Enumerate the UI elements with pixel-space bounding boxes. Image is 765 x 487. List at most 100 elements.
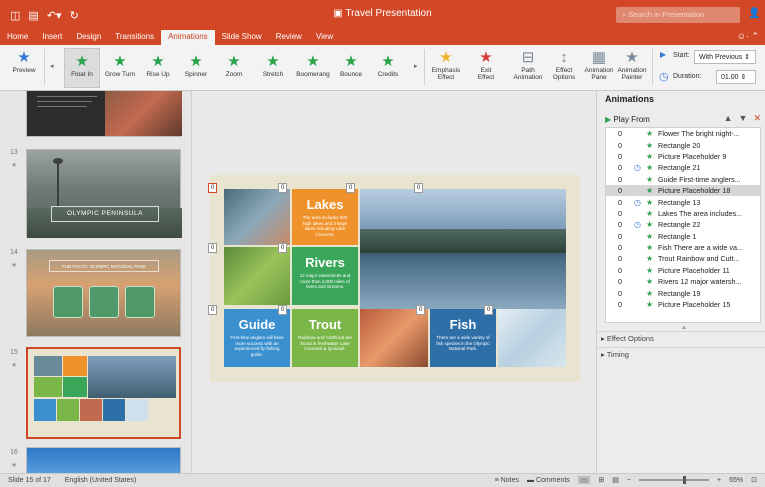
tile-trout[interactable]: Trout Rainbow and Cutthroat are found in… <box>292 309 358 367</box>
effect-float-in[interactable]: ★ Float In <box>64 53 100 78</box>
effect-zoom[interactable]: ★ Zoom <box>216 53 252 78</box>
slide-sorter-icon[interactable]: ⊞ <box>598 476 604 484</box>
animation-item[interactable]: 0 ★ Rectangle 20 <box>606 139 760 150</box>
effect-credits[interactable]: ★ Credits <box>370 53 406 78</box>
slide-thumbnail-12[interactable] <box>26 91 182 137</box>
current-slide[interactable]: Lakes The area includes 600 high lakes a… <box>208 175 580 382</box>
animation-item[interactable]: 0 ★ Trout Rainbow and Cutt... <box>606 253 760 264</box>
animation-list[interactable]: 0 ★ Flower The bright night-... 0 ★ Rectangle… <box>605 127 761 323</box>
duration-stepper[interactable]: 01.00 ⇕ <box>716 70 756 84</box>
zoom-out-icon[interactable]: − <box>627 477 631 484</box>
effect-stretch[interactable]: ★ Stretch <box>254 53 292 78</box>
tile-guide[interactable]: Guide First-time anglers will have more … <box>224 309 290 367</box>
normal-view-icon[interactable]: ▭ <box>577 476 591 484</box>
tab-design[interactable]: Design <box>69 30 108 45</box>
animation-item[interactable]: 0 ★ Guide First-time anglers... <box>606 174 760 185</box>
tab-review[interactable]: Review <box>269 30 309 45</box>
photo-lake-mountains[interactable] <box>360 189 566 309</box>
zoom-in-icon[interactable]: + <box>717 477 721 484</box>
effect-boomerang[interactable]: ★ Boomerang <box>294 53 332 78</box>
gallery-scroll-left-icon[interactable]: ◂ <box>50 62 54 70</box>
tab-animations[interactable]: Animations <box>161 30 215 45</box>
animation-item[interactable]: 0 ★ Lakes The area includes... <box>606 208 760 219</box>
effect-spinner[interactable]: ★ Spinner <box>178 53 214 78</box>
effect-options-button[interactable]: ↕ Effect Options <box>548 49 580 81</box>
animation-item[interactable]: 0 ★ Picture Placeholder 9 <box>606 151 760 162</box>
tab-insert[interactable]: Insert <box>35 30 69 45</box>
slide-thumbnail-13[interactable]: OLYMPIC PENINSULA <box>26 149 182 238</box>
animation-item[interactable]: 0 ◷ ★ Rectangle 22 <box>606 219 760 230</box>
animation-painter-button[interactable]: ★ Animation Painter <box>616 49 648 81</box>
preview-button[interactable]: ★ Preview <box>6 49 42 74</box>
animation-item[interactable]: 0 ★ Picture Placeholder 18 <box>606 184 760 197</box>
tab-transitions[interactable]: Transitions <box>108 30 161 45</box>
ribbon-options-icon[interactable]: ☺· ⌃ <box>737 31 759 42</box>
tile-rivers[interactable]: Rivers 12 major watersheds and more than… <box>292 247 358 305</box>
exit-effect-icon: ★ <box>479 49 493 66</box>
notes-button[interactable]: ≡ Notes <box>495 477 519 484</box>
reading-view-icon[interactable]: ▤ <box>612 476 619 484</box>
slide-thumbnail-15[interactable] <box>26 347 181 439</box>
start-select[interactable]: With Previous ⇕ <box>694 50 756 64</box>
animation-badge[interactable]: 0 <box>414 183 424 193</box>
slide-canvas[interactable]: Lakes The area includes 600 high lakes a… <box>193 91 595 473</box>
tile-fish[interactable]: Fish There are a wide variety of fish sp… <box>430 309 496 367</box>
effect-grow-turn[interactable]: ★ Grow Turn <box>102 53 138 78</box>
search-input[interactable]: ⌕ Search in Presentation <box>616 7 740 23</box>
fit-to-window-icon[interactable]: ⊡ <box>751 476 757 484</box>
timing-section[interactable]: ▸ Timing <box>597 347 765 361</box>
tab-home[interactable]: Home <box>0 30 35 45</box>
play-from-button[interactable]: ▶ Play From <box>605 115 650 124</box>
animation-pane-button[interactable]: ▦ Animation Pane <box>582 49 616 81</box>
animation-item[interactable]: 0 ◷ ★ Rectangle 21 <box>606 162 760 173</box>
tile-lakes[interactable]: Lakes The area includes 600 high lakes a… <box>292 189 358 245</box>
animation-item[interactable]: 0 ★ Picture Placeholder 11 <box>606 265 760 276</box>
animation-badge[interactable]: 0 <box>208 183 218 193</box>
animation-badge[interactable]: 0 <box>484 305 494 315</box>
exit-effect-button[interactable]: ★ Exit Effect <box>470 49 502 81</box>
status-bar: Slide 15 of 17 English (United States) ≡… <box>0 473 765 487</box>
entrance-star-icon: ★ <box>646 151 654 161</box>
effect-bounce[interactable]: ★ Bounce <box>334 53 368 78</box>
animation-item[interactable]: 0 ★ Picture Placeholder 15 <box>606 299 760 310</box>
zoom-knob[interactable] <box>683 476 687 484</box>
photo-moss[interactable] <box>224 247 290 305</box>
emphasis-effect-icon: ★ <box>439 49 453 66</box>
tab-slide-show[interactable]: Slide Show <box>215 30 269 45</box>
animation-badge[interactable]: 0 <box>416 305 426 315</box>
animation-item[interactable]: 0 ★ Rivers 12 major watersh... <box>606 276 760 287</box>
slide-thumbnail-pane[interactable]: 13 ★ OLYMPIC PENINSULA 14 ★ FUN FACTS: O… <box>0 91 192 473</box>
animation-item[interactable]: 0 ★ Fish There are a wide va... <box>606 242 760 253</box>
language[interactable]: English (United States) <box>65 477 137 484</box>
slide-thumbnail-16[interactable] <box>26 447 181 473</box>
effect-rise-up[interactable]: ★ Rise Up <box>140 53 176 78</box>
gallery-scroll-right-icon[interactable]: ▸ <box>414 62 418 70</box>
path-animation-button[interactable]: ⊟ Path Animation <box>508 49 548 81</box>
animation-badge[interactable]: 0 <box>278 305 288 315</box>
ribbon: ★ Preview ◂ ★ Float In ★ Grow Turn ★ Rise Up ★… <box>0 45 765 91</box>
effect-options-section[interactable]: ▸ Effect Options <box>597 331 765 345</box>
zoom-slider[interactable] <box>639 476 710 484</box>
animation-item[interactable]: 0 ★ Rectangle 19 <box>606 287 760 298</box>
animation-badge[interactable]: 0 <box>208 243 218 253</box>
entrance-star-icon: ★ <box>646 254 654 264</box>
slide-thumbnail-14[interactable]: FUN FACTS: OLYMPIC NATIONAL PARK <box>26 249 181 337</box>
photo-map[interactable] <box>498 309 566 367</box>
tab-view[interactable]: View <box>309 30 340 45</box>
animation-badge[interactable]: 0 <box>346 183 356 193</box>
animation-badge[interactable]: 0 <box>278 243 288 253</box>
animation-item[interactable]: 0 ★ Rectangle 1 <box>606 231 760 242</box>
entrance-star-icon: ★ <box>646 163 654 173</box>
photo-fisherman[interactable] <box>360 309 428 367</box>
animation-badge[interactable]: 0 <box>278 183 288 193</box>
move-up-icon[interactable]: ▲ <box>724 113 733 123</box>
animation-item[interactable]: 0 ◷ ★ Rectangle 13 <box>606 196 760 207</box>
photo-fish-hand[interactable] <box>224 189 290 245</box>
comments-button[interactable]: ▬ Comments <box>527 477 570 484</box>
emphasis-effect-button[interactable]: ★ Emphasis Effect <box>428 49 464 81</box>
animation-item[interactable]: 0 ★ Flower The bright night-... <box>606 128 760 139</box>
animation-badge[interactable]: 0 <box>208 305 218 315</box>
share-icon[interactable]: 👤 <box>748 8 760 19</box>
move-down-icon[interactable]: ▼ <box>739 113 748 123</box>
remove-icon[interactable]: ✕ <box>753 113 761 123</box>
